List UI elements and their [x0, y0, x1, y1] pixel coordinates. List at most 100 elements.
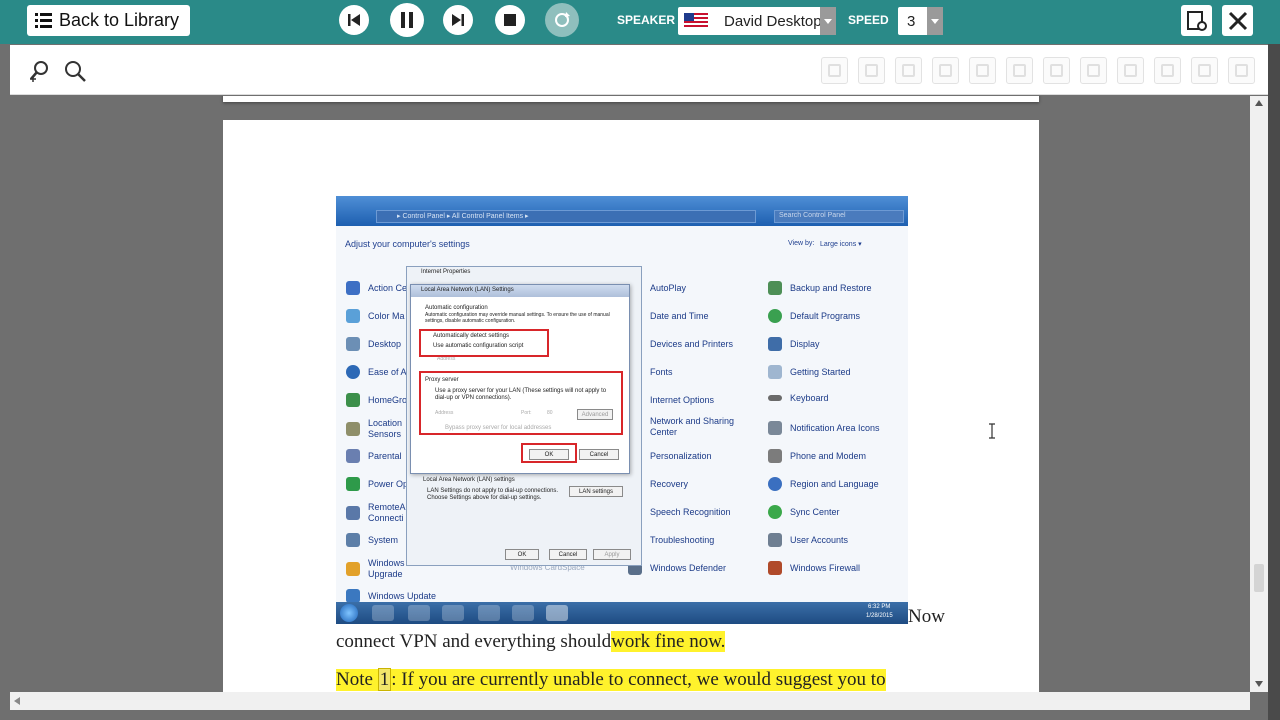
screenshot-search-placeholder: Search Control Panel [779, 212, 846, 219]
cp-item: Windows Upgrade [346, 558, 408, 580]
repeat-button[interactable] [545, 3, 579, 37]
cp-item-label: Speech Recognition [650, 507, 731, 517]
cp-item-label: Parental [368, 451, 402, 461]
cp-item: HomeGro [346, 393, 407, 407]
internet-properties-title: Internet Properties [421, 269, 471, 275]
cp-item: Keyboard [768, 393, 829, 403]
cut-icon[interactable] [895, 57, 922, 84]
screenshot-address-bar: ▸ Control Panel ▸ All Control Panel Item… [376, 210, 756, 223]
top-bar: Back to Library SPEAKER David Desktop SP… [0, 0, 1280, 44]
cp-item-label: System [368, 535, 399, 545]
cp-item-label: HomeGro [368, 395, 408, 405]
cp-item: Getting Started [768, 365, 851, 379]
lan-dialog-title: Local Area Network (LAN) Settings [421, 287, 514, 293]
cp-item-label: Troubleshooting [650, 535, 715, 545]
pause-button[interactable] [390, 3, 424, 37]
previous-page-edge [223, 96, 1039, 102]
taskbar-clock-date: 1/28/2015 [866, 613, 893, 619]
speed-label: SPEED [848, 13, 889, 27]
right-edge-strip [1268, 44, 1280, 720]
taskbar-media-icon [442, 605, 464, 621]
cp-item: Parental [346, 449, 402, 463]
text-icon[interactable] [1117, 57, 1144, 84]
save-icon[interactable] [821, 57, 848, 84]
cp-item-label: Fonts [650, 367, 673, 377]
back-to-library-button[interactable]: Back to Library [27, 5, 190, 36]
vertical-scroll-thumb[interactable] [1254, 564, 1264, 592]
lan-section-heading: Local Area Network (LAN) settings [423, 477, 515, 483]
cp-item-label: Desktop [368, 339, 402, 349]
document-toolbar [10, 45, 1268, 95]
scroll-down-icon[interactable] [1255, 681, 1263, 687]
vertical-scrollbar[interactable] [1250, 96, 1268, 692]
cp-item: Notification Area Icons [768, 421, 880, 435]
copy-icon[interactable] [858, 57, 885, 84]
cp-item-label: Action Ce [368, 283, 408, 293]
auto-detect-highlight [419, 329, 549, 357]
tools-button[interactable] [1222, 5, 1253, 36]
speed-select[interactable]: 3 [898, 7, 943, 35]
reader-settings-button[interactable] [1181, 5, 1212, 36]
cp-item: Action Ce [346, 281, 407, 295]
next-button[interactable] [443, 5, 473, 35]
stop-button[interactable] [495, 5, 525, 35]
skip-back-icon [348, 14, 360, 26]
taskbar-folder-icon [408, 605, 430, 621]
cp-item: Power Op [346, 477, 408, 491]
proxy-server-highlight [419, 371, 623, 435]
speaker-label: SPEAKER [617, 13, 676, 27]
cp-item: Network and Sharing Center [628, 416, 740, 438]
check-icon[interactable] [1191, 57, 1218, 84]
speaker-value: David Desktop [724, 12, 822, 30]
cp-item-label: Location Sensors [368, 418, 403, 439]
horizontal-scrollbar[interactable] [10, 692, 1250, 710]
screenshot-breadcrumb: ▸ Control Panel ▸ All Control Panel Item… [397, 213, 529, 220]
previous-button[interactable] [339, 5, 369, 35]
zoom-out-icon[interactable] [63, 59, 87, 83]
lan-dialog-title-bar: Local Area Network (LAN) Settings [411, 285, 629, 297]
cp-item-label: Recovery [650, 479, 689, 489]
doc-text-plain: connect VPN and everything should [336, 631, 612, 652]
speaker-dropdown-arrow-icon [820, 7, 836, 35]
speed-value: 3 [907, 12, 916, 30]
scroll-left-icon[interactable] [14, 697, 20, 705]
auto-config-heading: Automatic configuration [425, 305, 488, 311]
cp-item-label: Ease of A [368, 367, 407, 377]
paste-icon[interactable] [932, 57, 959, 84]
cp-item-label: Sync Center [790, 507, 840, 517]
zoom-in-icon[interactable] [28, 59, 52, 83]
outer-cancel-button: Cancel [549, 549, 587, 560]
cp-item: Speech Recognition [628, 505, 731, 519]
note-icon[interactable] [1154, 57, 1181, 84]
scroll-up-icon[interactable] [1255, 100, 1263, 106]
note-text: : If you are currently unable to connect… [391, 669, 886, 690]
lan-cancel-button: Cancel [579, 449, 619, 460]
screenshot-search-box: Search Control Panel [774, 210, 904, 223]
note-prefix: Note [336, 669, 373, 690]
doc-text-note: Note 1: If you are currently unable to c… [336, 668, 886, 691]
delete-icon[interactable] [1228, 57, 1255, 84]
cp-item: Windows Update [346, 589, 436, 603]
cp-item-label: Notification Area Icons [790, 423, 880, 433]
cp-item-label: Backup and Restore [790, 283, 872, 293]
stop-icon [504, 14, 516, 26]
cp-item-label: Windows Defender [650, 563, 727, 573]
document-viewer[interactable]: ▸ Control Panel ▸ All Control Panel Item… [10, 96, 1268, 692]
edit-tools-icon[interactable] [1043, 57, 1070, 84]
cp-item: Desktop [346, 337, 401, 351]
doc-text-now: Now [908, 606, 945, 627]
auto-config-desc: Automatic configuration may override man… [425, 312, 610, 324]
cp-item-label: Getting Started [790, 367, 851, 377]
find-icon[interactable] [1006, 57, 1033, 84]
cp-item-label: Color Ma [368, 311, 405, 321]
speaker-select[interactable]: David Desktop [678, 7, 836, 35]
doc-text-line-2: connect VPN and everything shouldwork fi… [336, 631, 726, 653]
cp-item-label: Region and Language [790, 479, 879, 489]
cp-item: Default Programs [768, 309, 860, 323]
highlight-icon[interactable] [1080, 57, 1107, 84]
cp-item-label: Date and Time [650, 311, 709, 321]
cp-item: Color Ma [346, 309, 405, 323]
undo-icon[interactable] [969, 57, 996, 84]
taskbar-control-panel-icon [546, 605, 568, 621]
cp-item: Location Sensors [346, 418, 408, 440]
